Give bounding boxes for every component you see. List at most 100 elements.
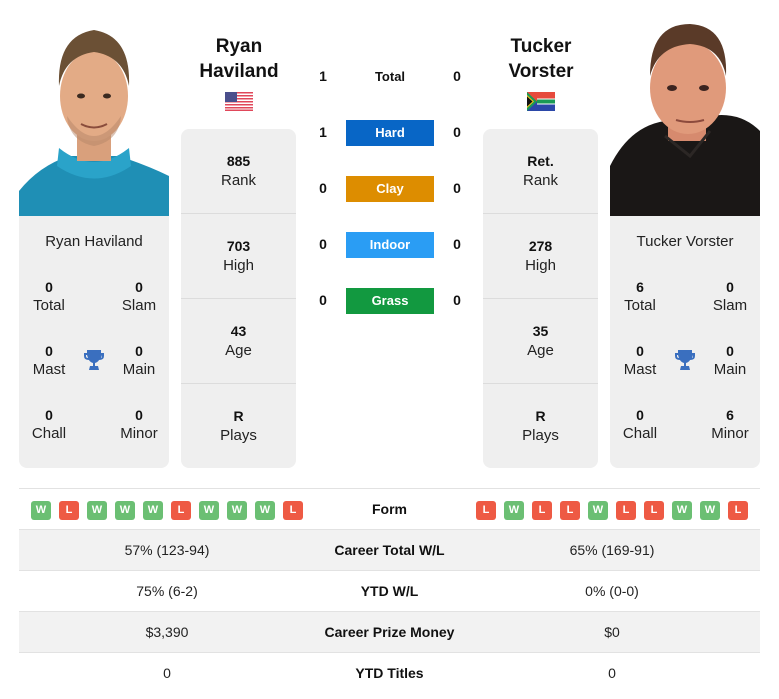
stat-rank-value: 885 [226,153,251,169]
h2h-right-value: 0 [453,68,461,84]
table-row: 75% (6-2) YTD W/L 0% (0-0) [19,571,760,612]
player-photo-right [610,16,760,216]
surface-grass-badge[interactable]: Grass [346,288,434,314]
stat-rank: Ret. Rank [483,129,598,214]
titles-mast: 0 Mast [19,342,79,380]
stat-high: 278 High [483,214,598,299]
stat-plays-value: R [233,408,244,424]
form-loss-badge[interactable]: L [283,501,303,520]
player-portrait-image [610,16,760,216]
south-africa-flag-icon [527,92,555,111]
h2h-row-clay: 0 Clay 0 [310,176,470,202]
player-stats-right: Ret. Rank 278 High 35 Age R Plays [483,129,598,468]
form-loss-badge[interactable]: L [560,501,580,520]
titles-chall: 0 Chall [19,406,79,444]
form-win-badge[interactable]: W [199,501,219,520]
form-win-badge[interactable]: W [227,501,247,520]
player-name-left[interactable]: Ryan Haviland [169,34,309,84]
titles-main-label: Main [713,361,747,378]
h2h-row-grass: 0 Grass 0 [310,288,470,314]
form-win-badge[interactable]: W [504,501,524,520]
h2h-row-total: 1 Total 0 [310,64,470,90]
titles-mast-label: Mast [623,361,657,378]
player-name-right[interactable]: Tucker Vorster [471,34,611,84]
right-value: 65% (169-91) [569,542,655,558]
table-row: 57% (123-94) Career Total W/L 65% (169-9… [19,530,760,571]
usa-flag-icon [225,92,253,111]
h2h-left-value: 1 [319,68,327,84]
stat-rank-label: Rank [220,172,257,189]
stat-plays-value: R [535,408,546,424]
form-loss-badge[interactable]: L [532,501,552,520]
left-value: 57% (123-94) [124,542,210,558]
form-loss-badge[interactable]: L [59,501,79,520]
titles-slam: 0 Slam [700,278,760,316]
form-label: Form [372,501,407,517]
form-win-badge[interactable]: W [115,501,135,520]
stat-age-label: Age [527,342,554,359]
stat-high-label: High [525,257,556,274]
stat-high-label: High [223,257,254,274]
form-loss-badge[interactable]: L [644,501,664,520]
player-first-name: Ryan [215,36,263,57]
player-portrait-image [19,16,169,216]
form-win-badge[interactable]: W [672,501,692,520]
table-row: 0 YTD Titles 0 [19,653,760,694]
stat-rank-value: Ret. [527,153,554,169]
form-win-badge[interactable]: W [588,501,608,520]
form-badges-left: WLWWWLWWWL [31,501,303,520]
form-win-badge[interactable]: W [87,501,107,520]
player-name-label: Ryan Haviland [45,233,143,250]
player-first-name: Tucker [510,36,572,57]
h2h-left-value: 0 [319,236,327,252]
titles-chall: 0 Chall [610,406,670,444]
form-win-badge[interactable]: W [255,501,275,520]
trophy-icon [84,350,104,370]
titles-minor-label: Minor [711,425,749,442]
titles-total: 0 Total [19,278,79,316]
surface-clay-badge[interactable]: Clay [346,176,434,202]
h2h-left-value: 1 [319,124,327,140]
left-value: 75% (6-2) [136,583,198,599]
form-badges-right: LWLLWLLWWL [476,501,748,520]
h2h-left-value: 0 [319,180,327,196]
form-win-badge[interactable]: W [143,501,163,520]
player-last-name: Haviland [199,61,279,82]
stat-high-value: 703 [226,238,251,254]
titles-minor: 6 Minor [700,406,760,444]
left-value: $3,390 [145,624,189,640]
titles-chall-value: 0 [45,407,53,423]
form-loss-badge[interactable]: L [616,501,636,520]
titles-total-value: 0 [45,279,53,295]
player-name-label: Tucker Vorster [636,233,734,250]
titles-total-label: Total [33,297,65,314]
stat-age: 35 Age [483,299,598,384]
titles-mast-label: Mast [32,361,66,378]
surface-hard-badge[interactable]: Hard [346,120,434,146]
titles-slam-value: 0 [726,279,734,295]
player-stats-left: 885 Rank 703 High 43 Age R Plays [181,129,296,468]
player-titles-card-right: Tucker Vorster 6 Total 0 Slam 0 Mast 0 M… [610,216,760,468]
titles-slam-label: Slam [121,297,157,314]
titles-chall-label: Chall [31,425,67,442]
stat-plays: R Plays [483,384,598,469]
table-row: $3,390 Career Prize Money $0 [19,612,760,653]
stat-rank: 885 Rank [181,129,296,214]
form-win-badge[interactable]: W [700,501,720,520]
titles-minor-value: 0 [135,407,143,423]
surface-indoor-badge[interactable]: Indoor [346,232,434,258]
row-label: YTD Titles [355,665,424,681]
left-value: 0 [163,665,171,681]
stat-age-value: 43 [230,323,247,339]
stat-rank-label: Rank [522,172,559,189]
h2h-row-hard: 1 Hard 0 [310,120,470,146]
player-photo-left [19,16,169,216]
form-loss-badge[interactable]: L [171,501,191,520]
form-loss-badge[interactable]: L [476,501,496,520]
trophy-icon [675,350,695,370]
form-loss-badge[interactable]: L [728,501,748,520]
form-win-badge[interactable]: W [31,501,51,520]
h2h-right-value: 0 [453,180,461,196]
titles-total: 6 Total [610,278,670,316]
titles-main-value: 0 [135,343,143,359]
